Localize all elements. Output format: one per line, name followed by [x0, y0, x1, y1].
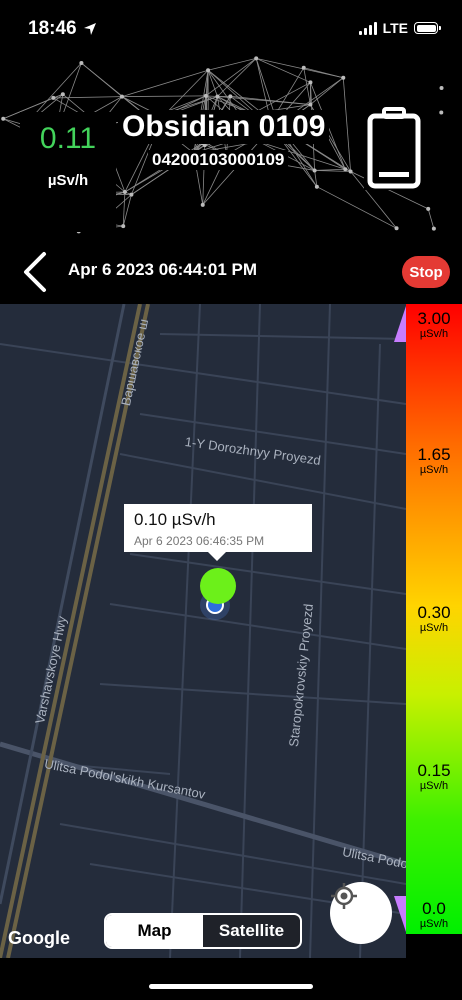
reading-callout: 0.10 µSv/h Apr 6 2023 06:46:35 PM — [124, 504, 312, 561]
network-type: LTE — [382, 20, 408, 36]
map-toggle-button[interactable]: Map — [106, 915, 203, 947]
back-button[interactable] — [20, 250, 52, 294]
device-battery-icon — [364, 106, 424, 190]
legend-item: 0.15 µSv/h — [417, 761, 451, 793]
home-indicator[interactable] — [149, 984, 313, 989]
status-indicators: LTE — [358, 20, 441, 36]
legend-item: 1.65 µSv/h — [417, 445, 451, 477]
clock: 18:46 — [28, 18, 77, 39]
legend-bottom-pointer-icon — [394, 896, 406, 932]
reading-unit: µSv/h — [47, 172, 89, 189]
device-name: Obsidian 0109 — [118, 110, 330, 144]
satellite-toggle-button[interactable]: Satellite — [203, 915, 300, 947]
callout-value: 0.10 µSv/h — [134, 510, 216, 529]
session-bar: Apr 6 2023 06:44:01 PM Stop — [0, 244, 462, 302]
legend-item: 3.00 µSv/h — [417, 309, 451, 341]
signal-icon — [358, 21, 377, 35]
current-reading: 0.11 µSv/h — [20, 112, 116, 232]
crosshair-icon — [331, 883, 357, 909]
reading-marker[interactable] — [200, 568, 236, 604]
dose-rate-legend: 3.00 µSv/h 1.65 µSv/h 0.30 µSv/h 0.15 µS… — [406, 304, 462, 934]
callout-time: Apr 6 2023 06:46:35 PM — [134, 534, 265, 548]
reading-value: 0.11 — [39, 122, 97, 155]
legend-item: 0.30 µSv/h — [417, 603, 451, 635]
device-header: 0.11 µSv/h Obsidian 0109 04200103000109 — [0, 50, 462, 240]
bottom-safe-area — [0, 958, 462, 1000]
battery-icon — [414, 22, 441, 34]
device-serial: 04200103000109 — [148, 150, 289, 170]
chevron-left-icon — [24, 252, 46, 292]
locate-me-button[interactable] — [330, 882, 392, 944]
stop-button[interactable]: Stop — [402, 256, 450, 288]
map-view[interactable]: Варшавское ш 1-Y Dorozhnyy Proyezd Varsh… — [0, 304, 406, 958]
session-date: Apr 6 2023 06:44:01 PM — [68, 260, 257, 279]
google-logo: Google — [8, 928, 70, 948]
map-type-toggle: Map Satellite — [104, 913, 302, 949]
location-arrow-icon — [83, 23, 96, 35]
legend-item: 0.0 µSv/h — [419, 899, 449, 931]
legend-top-pointer-icon — [394, 306, 406, 342]
status-time: 18:46 — [28, 18, 97, 40]
